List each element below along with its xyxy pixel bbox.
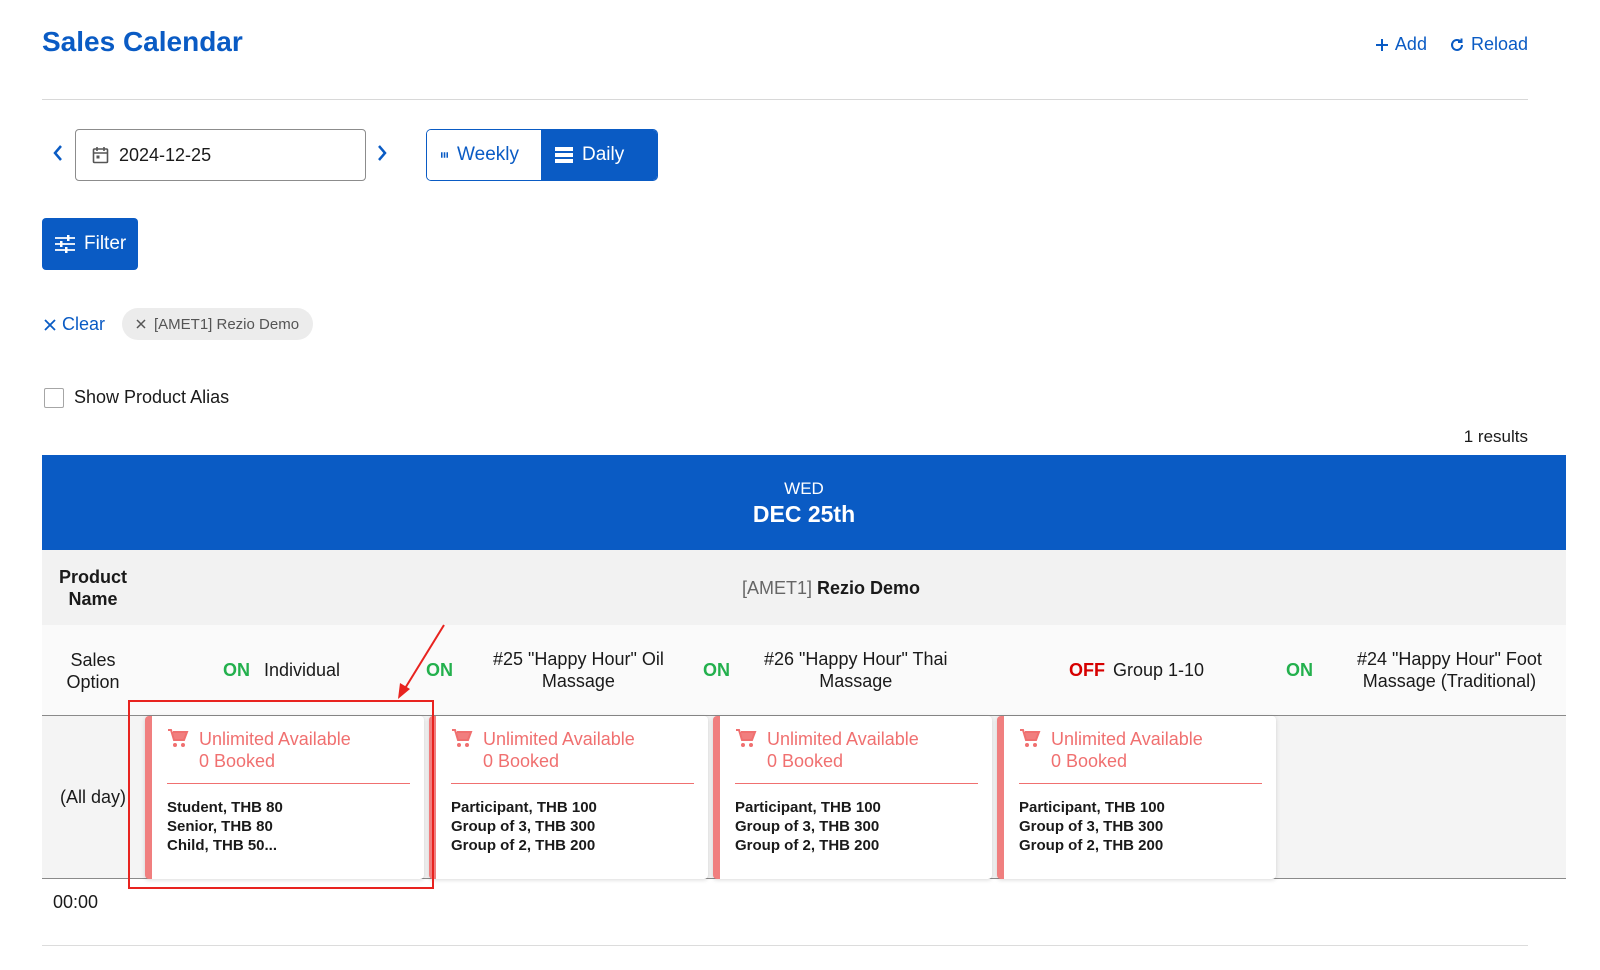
clear-label: Clear bbox=[62, 314, 106, 334]
cart-icon bbox=[736, 729, 757, 747]
show-alias-checkbox[interactable] bbox=[44, 387, 64, 408]
available-text: Unlimited Available bbox=[767, 729, 919, 749]
filter-sliders-icon bbox=[55, 235, 75, 253]
price-line: Group of 2, THB 200 bbox=[451, 837, 596, 854]
price-line: Group of 2, THB 200 bbox=[735, 837, 880, 854]
availability-card[interactable]: Unlimited Available 0 Booked Participant… bbox=[713, 716, 992, 879]
add-label: Add bbox=[1394, 34, 1427, 54]
card-divider bbox=[451, 783, 694, 784]
sales-option[interactable]: ON #25 "Happy Hour" Oil Massage bbox=[426, 648, 664, 692]
cart-icon bbox=[452, 729, 473, 747]
option-status: ON bbox=[426, 660, 453, 680]
chip-remove-icon[interactable] bbox=[136, 319, 146, 329]
available-text: Unlimited Available bbox=[1051, 729, 1203, 749]
day-of-week: WED bbox=[784, 479, 824, 498]
product-name: [AMET1] Rezio Demo bbox=[742, 578, 920, 599]
option-status: ON bbox=[1286, 660, 1313, 680]
card-divider bbox=[1019, 783, 1262, 784]
show-alias-label: Show Product Alias bbox=[74, 387, 230, 407]
date-input[interactable]: 2024-12-25 bbox=[75, 129, 366, 181]
option-name: #25 "Happy Hour" Oil Massage bbox=[493, 649, 664, 691]
daily-view-button[interactable]: Daily bbox=[541, 130, 657, 180]
reload-icon bbox=[1451, 38, 1463, 51]
option-name: #24 "Happy Hour" Foot Massage (Tradition… bbox=[1357, 649, 1542, 691]
show-alias-row: Show Product Alias bbox=[44, 387, 229, 408]
close-icon bbox=[44, 318, 56, 331]
product-code: [AMET1] bbox=[742, 578, 813, 598]
time-slot-label: 00:00 bbox=[53, 892, 99, 912]
page-title: Sales Calendar bbox=[42, 26, 243, 57]
weekly-label: Weekly bbox=[457, 144, 519, 165]
reload-button[interactable]: Reload bbox=[1449, 34, 1528, 55]
annotation-highlight-box bbox=[128, 700, 434, 889]
bottom-divider bbox=[42, 945, 1528, 946]
daily-label: Daily bbox=[582, 144, 625, 165]
filter-chip: [AMET1] Rezio Demo bbox=[122, 308, 314, 340]
filter-button[interactable]: Filter bbox=[42, 218, 138, 270]
option-status: ON bbox=[223, 660, 250, 680]
price-line: Group of 3, THB 300 bbox=[1019, 818, 1164, 835]
calendar-icon bbox=[92, 147, 109, 164]
price-line: Group of 2, THB 200 bbox=[1019, 837, 1164, 854]
option-name: Individual bbox=[264, 660, 341, 680]
price-line: Participant, THB 100 bbox=[1019, 799, 1165, 816]
booked-text: 0 Booked bbox=[1051, 751, 1128, 771]
price-line: Participant, THB 100 bbox=[451, 799, 597, 816]
daily-rows-icon bbox=[555, 147, 573, 163]
option-status: OFF bbox=[1069, 660, 1105, 680]
sales-option[interactable]: ON #24 "Happy Hour" Foot Massage (Tradit… bbox=[1286, 648, 1542, 692]
filter-label: Filter bbox=[84, 233, 127, 254]
booked-text: 0 Booked bbox=[483, 751, 560, 771]
chevron-left-icon bbox=[53, 145, 62, 161]
weekly-columns-icon bbox=[441, 152, 449, 158]
option-status: ON bbox=[703, 660, 730, 680]
product-name-row: Product Name [AMET1] Rezio Demo bbox=[42, 550, 1566, 625]
results-count: 1 results bbox=[1463, 427, 1528, 446]
price-line: Participant, THB 100 bbox=[735, 799, 881, 816]
sales-option[interactable]: OFF Group 1-10 bbox=[1069, 659, 1204, 681]
option-name: Group 1-10 bbox=[1113, 660, 1205, 680]
sales-option[interactable]: ON #26 "Happy Hour" Thai Massage bbox=[703, 648, 948, 692]
card-divider bbox=[735, 783, 978, 784]
product-title: Rezio Demo bbox=[817, 578, 921, 598]
chevron-right-icon bbox=[378, 145, 387, 161]
available-text: Unlimited Available bbox=[483, 729, 635, 749]
day-header: WED DEC 25th bbox=[42, 455, 1566, 550]
cart-icon bbox=[1020, 729, 1041, 747]
availability-card[interactable]: Unlimited Available 0 Booked Participant… bbox=[429, 716, 708, 879]
top-actions: Add Reload bbox=[1375, 34, 1528, 55]
add-button[interactable]: Add bbox=[1375, 34, 1427, 55]
availability-card[interactable]: Unlimited Available 0 Booked Participant… bbox=[997, 716, 1276, 879]
view-toggle: Weekly Daily bbox=[426, 129, 658, 181]
clear-filters-button[interactable]: Clear bbox=[44, 314, 105, 335]
chip-label: [AMET1] Rezio Demo bbox=[154, 315, 300, 333]
booked-text: 0 Booked bbox=[767, 751, 844, 771]
option-name: #26 "Happy Hour" Thai Massage bbox=[764, 649, 948, 691]
reload-label: Reload bbox=[1470, 34, 1528, 54]
weekly-view-button[interactable]: Weekly bbox=[427, 130, 541, 180]
plus-icon bbox=[1375, 38, 1388, 51]
date-value: 2024-12-25 bbox=[119, 144, 212, 165]
sales-option-header: Sales Option bbox=[66, 650, 120, 692]
price-line: Group of 3, THB 300 bbox=[451, 818, 596, 835]
sales-option[interactable]: ON Individual bbox=[223, 659, 340, 681]
header-divider bbox=[42, 99, 1528, 100]
next-date-button[interactable] bbox=[371, 141, 393, 165]
prev-date-button[interactable] bbox=[47, 141, 69, 165]
product-name-header: Product Name bbox=[58, 567, 127, 609]
day-date: DEC 25th bbox=[752, 501, 856, 527]
price-line: Group of 3, THB 300 bbox=[735, 818, 880, 835]
